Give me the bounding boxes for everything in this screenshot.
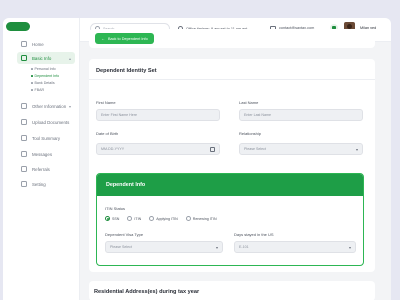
radio-itin[interactable]: ITIN [127,216,141,221]
sidebar-item-referrals[interactable]: Referrals [17,163,75,175]
days-stayed-label: Days stayed in the US [234,232,274,237]
relationship-value: Please Select [244,147,266,151]
calendar-icon[interactable] [210,146,215,152]
first-name-placeholder: Enter First Name Here [101,113,137,117]
itin-status-radio-group: SSN ITIN Applying ITIN Renewing ITIN [105,216,225,221]
last-name-label: Last Name [239,100,259,105]
divider [89,79,375,80]
first-name-field[interactable]: Enter First Name Here [96,109,220,121]
bullet-icon [31,82,33,84]
dob-field[interactable]: MM-DD-YYYY [96,143,220,155]
sidebar-subitem-dependent-info[interactable]: Dependent Info [31,74,59,78]
sidebar-subitem-label: Personal Info [34,67,56,71]
back-to-dependent-info-button[interactable]: ← Back to Dependent Info [95,33,154,44]
sidebar-subitem-personal-info[interactable]: Personal Info [31,67,56,71]
sidebar-subitem-label: Dependent Info [34,74,60,78]
radio-selected-icon [105,216,110,221]
sidebar-item-label: Referrals [32,166,50,172]
itin-status-label: ITIN Status [105,206,126,211]
chevron-up-icon: ▴ [68,55,71,61]
summary-icon [21,135,27,141]
back-button-label: Back to Dependent Info [108,36,148,41]
arrow-left-icon: ← [101,36,105,41]
dependent-info-title: Dependent Info [106,182,146,188]
visa-type-select[interactable]: Please Select ▾ [105,241,223,253]
chevron-down-icon: ▾ [348,244,351,250]
radio-renewing-itin[interactable]: Renewing ITIN [185,216,217,221]
relationship-select[interactable]: Please Select ▾ [239,143,363,155]
referral-icon [21,166,27,172]
radio-applying-itin[interactable]: Applying ITIN [149,216,178,221]
gear-icon [21,181,27,187]
first-name-label: First Name [96,100,116,105]
sidebar-item-setting[interactable]: Setting [17,178,75,190]
sidebar-item-label: Messages [32,151,53,157]
sidebar-item-label: Setting [32,181,46,187]
sidebar-item-home[interactable]: Home [17,38,75,50]
dependent-identity-card: Dependent Identity Set First Name Enter … [89,59,375,272]
last-name-placeholder: Enter Last Name [244,113,271,117]
sidebar-item-label: Home [32,41,44,47]
residential-address-card: Residential Address(es) during tax year [89,281,375,300]
sidebar: Home Basic Info ▴ Personal Info Dependen… [3,18,80,300]
radio-label: Renewing ITIN [192,216,217,221]
dependent-info-header: Dependent Info [97,174,363,196]
sidebar-item-label: Tool Summary [32,135,61,141]
radio-label: ITIN [134,216,142,221]
chevron-down-icon: ▾ [68,103,71,109]
last-name-field[interactable]: Enter Last Name [239,109,363,121]
radio-label: Applying ITIN [156,216,178,221]
sidebar-item-tool-summary[interactable]: Tool Summary [17,132,75,144]
sidebar-subitem-label: FBAR [34,88,45,92]
chevron-down-icon: ▾ [355,146,358,152]
residential-title: Residential Address(es) during tax year [94,289,200,295]
logo[interactable] [6,22,30,31]
user-icon [21,55,27,61]
days-stayed-field[interactable]: E-101 ▾ [234,241,356,253]
bullet-icon [31,68,33,70]
radio-icon [149,216,155,221]
sidebar-item-label: Upload Documents [32,119,70,125]
sidebar-subitem-label: Bank Details [34,81,55,85]
bullet-icon [31,75,33,77]
radio-icon [185,216,191,221]
sidebar-item-other-information[interactable]: Other Information ▾ [17,100,75,112]
upload-icon [21,119,27,125]
visa-type-value: Please Select [110,245,132,249]
sidebar-item-upload-documents[interactable]: Upload Documents [17,116,75,128]
radio-label: SSN [112,216,120,221]
sidebar-subitem-bank-details[interactable]: Bank Details [31,81,55,85]
radio-ssn[interactable]: SSN [105,216,119,221]
sidebar-item-label: Basic Info [32,55,52,61]
dependent-info-section: Dependent Info ITIN Status SSN ITIN Appl… [96,173,364,266]
days-stayed-value: E-101 [239,245,249,249]
relationship-label: Relationship [239,131,262,136]
home-icon [21,41,27,47]
visa-type-label: Dependent Visa Type [105,232,144,237]
radio-icon [127,216,133,221]
back-bar: ← Back to Dependent Info [89,29,375,48]
sidebar-item-messages[interactable]: Messages [17,148,75,160]
dob-label: Date of Birth [96,131,119,136]
message-icon [21,151,27,157]
info-icon [21,103,27,109]
dob-placeholder: MM-DD-YYYY [101,147,125,151]
card-title: Dependent Identity Set [96,68,157,74]
sidebar-item-basic-info[interactable]: Basic Info ▴ [17,52,75,64]
sidebar-subitem-fbar[interactable]: FBAR [31,88,44,92]
sidebar-item-label: Other Information [32,103,67,109]
bullet-icon [31,89,33,91]
chevron-down-icon: ▾ [215,244,218,250]
